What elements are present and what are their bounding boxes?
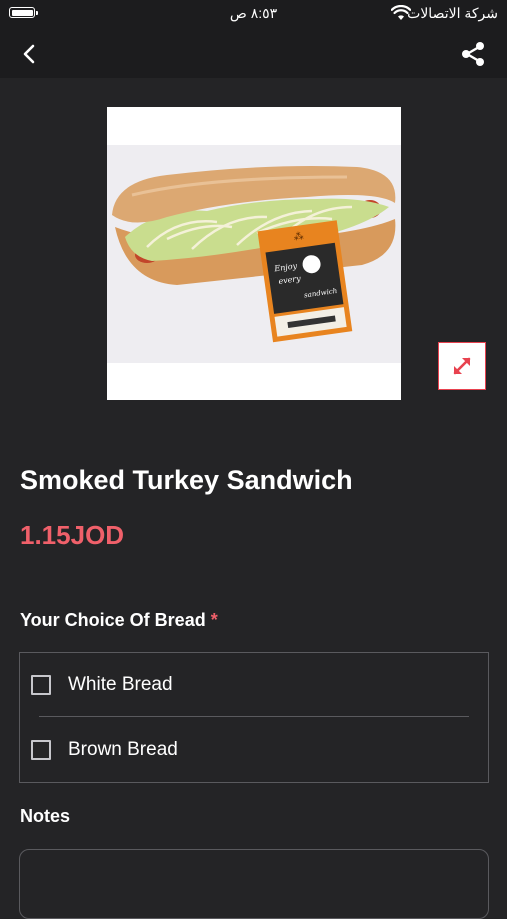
required-asterisk: * [210,610,218,630]
carrier-name: شركة الاتصالات [407,5,498,21]
product-title: Smoked Turkey Sandwich [20,465,353,495]
share-button[interactable] [457,38,489,70]
notes-input[interactable] [19,849,489,919]
product-price: 1.15JOD [20,520,125,550]
option-label-brown-bread: Brown Bread [68,739,178,760]
option-label-white-bread: White Bread [68,674,173,695]
status-bar: ٨:٥٣ ص شركة الاتصالات [0,0,507,30]
back-button[interactable] [14,38,46,70]
sandwich-illustration: ⁂ Enjoy every sandwich [107,145,401,363]
expand-icon [453,357,471,375]
option-brown-bread[interactable]: Brown Bread [20,718,488,782]
bread-choice-heading: Your Choice Of Bread * [20,610,218,631]
checkbox-white-bread[interactable] [31,675,51,695]
nav-bar [0,30,507,78]
option-white-bread[interactable]: White Bread [20,653,488,717]
bread-choice-label: Your Choice Of Bread [20,610,206,630]
checkbox-brown-bread[interactable] [31,740,51,760]
notes-label: Notes [20,806,71,826]
bread-options-group: White Bread Brown Bread [19,652,489,783]
expand-image-button[interactable] [438,342,486,390]
svg-text:⁂: ⁂ [293,230,305,243]
option-divider [39,716,469,717]
product-image[interactable]: ⁂ Enjoy every sandwich [107,107,401,400]
